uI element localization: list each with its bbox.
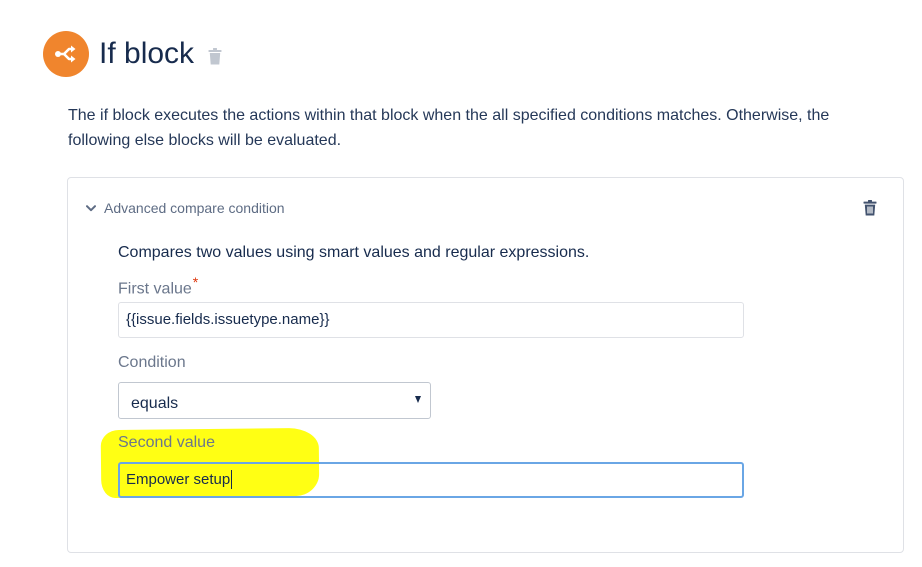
if-block-editor: If block The if block executes the actio… [0,0,922,567]
branch-icon [43,31,89,77]
condition-card-toggle[interactable]: Advanced compare condition [84,200,285,216]
block-header: If block [43,31,222,77]
text-cursor [231,469,233,489]
condition-intro: Compares two values using smart values a… [118,244,590,261]
first-value-input[interactable]: {{issue.fields.issuetype.name}} [118,302,744,338]
page-title: If block [99,37,195,70]
second-value-label: Second value [118,434,215,451]
first-value-label: First value* [118,274,198,298]
condition-label: Condition [118,354,186,371]
condition-select-value: equals [131,395,179,412]
trash-icon[interactable] [208,47,222,65]
required-marker: * [192,274,199,290]
block-description: The if block executes the actions within… [68,107,830,149]
second-value-text: Empower setup [126,471,231,488]
second-value-input[interactable]: Empower setup [118,462,744,498]
chevron-down-icon [84,201,98,215]
condition-select[interactable]: equals [118,382,431,419]
trash-icon[interactable] [863,200,877,221]
condition-card-title: Advanced compare condition [104,200,285,216]
dropdown-arrow-icon [415,396,421,403]
first-value-text: {{issue.fields.issuetype.name}} [126,311,330,328]
first-value-label-text: First value [118,280,192,298]
condition-card: Advanced compare condition Compares two … [67,177,904,553]
